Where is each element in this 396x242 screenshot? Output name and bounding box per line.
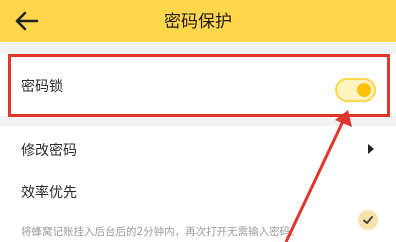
checkmark-icon[interactable] (358, 210, 378, 230)
change-password-row[interactable]: 修改密码 (0, 126, 396, 172)
efficiency-first-row[interactable]: 效率优先 将蜂窝记账挂入后台后的2分钟内，再次打开无需输入密码。 (0, 172, 396, 242)
chevron-right-icon (368, 144, 374, 154)
app-header: 密码保护 (0, 0, 396, 42)
change-password-label: 修改密码 (21, 143, 77, 159)
efficiency-first-hint: 将蜂窝记账挂入后台后的2分钟内，再次打开无需输入密码。 (21, 226, 301, 238)
page-title: 密码保护 (164, 12, 232, 32)
annotation-highlight-box (8, 54, 390, 117)
efficiency-first-label: 效率优先 (21, 185, 77, 201)
